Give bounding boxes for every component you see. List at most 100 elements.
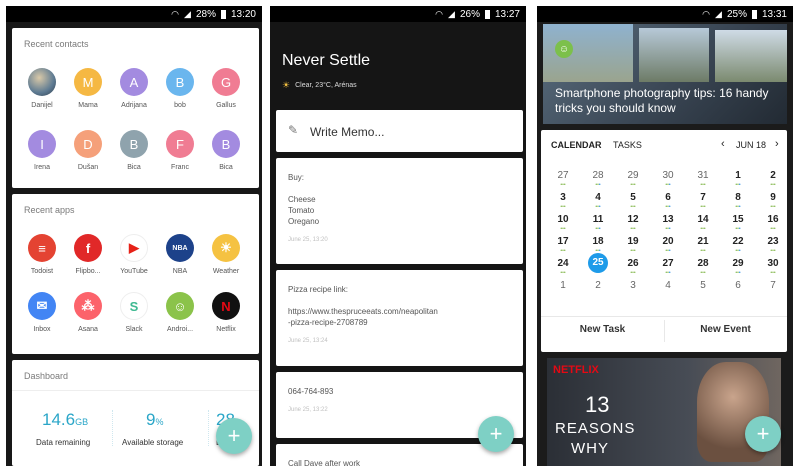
add-memo-fab-button[interactable]: + — [478, 416, 514, 452]
calendar-day[interactable]: 28 — [586, 170, 610, 181]
netflix-promo-card[interactable]: NETFLIX 13 REASONS WHY — [547, 358, 781, 466]
app-item[interactable]: N Netflix — [204, 292, 248, 333]
memo-date: June 25, 13:22 — [288, 407, 328, 413]
calendar-day[interactable]: 27 — [656, 258, 680, 269]
app-item[interactable]: ▶ YouTube — [112, 234, 156, 275]
calendar-day[interactable]: 15 — [726, 214, 750, 225]
calendar-day[interactable]: 2 — [761, 170, 785, 181]
app-item[interactable]: S Slack — [112, 292, 156, 333]
new-event-button[interactable]: New Event — [664, 324, 787, 335]
contact-item[interactable]: F Franc — [158, 130, 202, 171]
contact-name: Irena — [34, 164, 50, 171]
event-dots: ••• — [770, 182, 776, 188]
calendar-day[interactable]: 12 — [621, 214, 645, 225]
news-card[interactable]: ☺ Smartphone photography tips: 16 handy … — [543, 24, 787, 124]
calendar-day-today[interactable]: 25 — [588, 253, 608, 273]
app-item[interactable]: ☺ Androi... — [158, 292, 202, 333]
calendar-day[interactable]: 3 — [621, 280, 645, 291]
memo-card[interactable]: Buy: Cheese Tomato Oregano June 25, 13:20 — [276, 158, 523, 264]
calendar-day[interactable]: 20 — [656, 236, 680, 247]
clock: 13:20 — [230, 8, 256, 20]
calendar-day[interactable]: 24 — [551, 258, 575, 269]
calendar-day[interactable]: 1 — [726, 170, 750, 181]
calendar-day[interactable]: 19 — [621, 236, 645, 247]
calendar-day[interactable]: 6 — [726, 280, 750, 291]
tab-calendar[interactable]: CALENDAR — [551, 140, 602, 150]
event-dots: ••• — [665, 248, 671, 254]
calendar-day[interactable]: 11 — [586, 214, 610, 225]
app-name: Asana — [78, 326, 98, 333]
app-item[interactable]: f Flipbo... — [66, 234, 110, 275]
calendar-day[interactable]: 21 — [691, 236, 715, 247]
calendar-day[interactable]: 4 — [586, 192, 610, 203]
sun-icon: ☀ — [282, 80, 291, 90]
status-bar: ◠ ◢ 25% 13:31 — [537, 6, 793, 22]
calendar-day[interactable]: 1 — [551, 280, 575, 291]
app-item[interactable]: ⁂ Asana — [66, 292, 110, 333]
calendar-day[interactable]: 28 — [691, 258, 715, 269]
calendar-day[interactable]: 4 — [656, 280, 680, 291]
add-fab-button[interactable]: + — [745, 416, 781, 452]
signal-icon: ◢ — [184, 8, 191, 19]
contact-name: Danijel — [31, 102, 53, 109]
calendar-day[interactable]: 13 — [656, 214, 680, 225]
write-memo-button[interactable]: ✎ Write Memo... — [276, 110, 523, 152]
calendar-day[interactable]: 16 — [761, 214, 785, 225]
contact-item[interactable]: B Bica — [112, 130, 156, 171]
app-item[interactable]: NBA NBA — [158, 234, 202, 275]
calendar-day[interactable]: 22 — [726, 236, 750, 247]
calendar-day[interactable]: 8 — [726, 192, 750, 203]
slack-icon: S — [120, 292, 148, 320]
calendar-day[interactable]: 29 — [621, 170, 645, 181]
contact-item[interactable]: I Irena — [20, 130, 64, 171]
contact-item[interactable]: G Gallus — [204, 68, 248, 109]
calendar-day[interactable]: 27 — [551, 170, 575, 181]
contact-item[interactable]: B Bica — [204, 130, 248, 171]
contact-name: Gallus — [216, 102, 236, 109]
app-item[interactable]: ✉ Inbox — [20, 292, 64, 333]
chevron-left-icon[interactable]: ‹ — [721, 138, 725, 150]
calendar-day[interactable]: 30 — [656, 170, 680, 181]
calendar-day[interactable]: 3 — [551, 192, 575, 203]
app-item[interactable]: ☀ Weather — [204, 234, 248, 275]
add-fab-button[interactable]: + — [216, 418, 252, 454]
app-name: Netflix — [216, 326, 236, 333]
calendar-day[interactable]: 14 — [691, 214, 715, 225]
event-dots: ••• — [770, 226, 776, 232]
contact-item[interactable]: A Adrijana — [112, 68, 156, 109]
calendar-day[interactable]: 7 — [761, 280, 785, 291]
memo-date: June 25, 13:24 — [288, 338, 328, 344]
chevron-right-icon[interactable]: › — [775, 138, 779, 150]
netflix-logo: NETFLIX — [553, 364, 599, 376]
new-task-button[interactable]: New Task — [541, 324, 664, 335]
calendar-day[interactable]: 18 — [586, 236, 610, 247]
calendar-day[interactable]: 30 — [761, 258, 785, 269]
contact-item[interactable]: Bbob — [158, 68, 202, 109]
calendar-day[interactable]: 10 — [551, 214, 575, 225]
calendar-day[interactable]: 6 — [656, 192, 680, 203]
calendar-day[interactable]: 31 — [691, 170, 715, 181]
memo-card[interactable]: Pizza recipe link: https://www.thesprucee… — [276, 270, 523, 366]
calendar-day[interactable]: 9 — [761, 192, 785, 203]
calendar-day[interactable]: 7 — [691, 192, 715, 203]
contact-item[interactable]: M Mama — [66, 68, 110, 109]
tab-tasks[interactable]: TASKS — [613, 140, 642, 150]
calendar-day[interactable]: 17 — [551, 236, 575, 247]
calendar-day[interactable]: 29 — [726, 258, 750, 269]
phone-screen-launcher: ◠ ◢ 28% 13:20 Recent contacts Danijel M Ma… — [6, 6, 262, 466]
calendar-day[interactable]: 26 — [621, 258, 645, 269]
calendar-day[interactable]: 2 — [586, 280, 610, 291]
calendar-day[interactable]: 23 — [761, 236, 785, 247]
contact-item[interactable]: D Dušan — [66, 130, 110, 171]
app-item[interactable]: ≡ Todoist — [20, 234, 64, 275]
data-remaining-value: 14.6GB — [42, 410, 89, 429]
calendar-day[interactable]: 5 — [691, 280, 715, 291]
memo-line: Cheese — [288, 195, 316, 204]
event-dots: ••• — [595, 226, 601, 232]
memo-line: Tomato — [288, 206, 315, 215]
memo-line: 064-764-893 — [288, 387, 334, 396]
calendar-day[interactable]: 5 — [621, 192, 645, 203]
avatar — [28, 68, 56, 96]
contact-item[interactable]: Danijel — [20, 68, 64, 109]
battery-percent: 26% — [459, 8, 480, 20]
